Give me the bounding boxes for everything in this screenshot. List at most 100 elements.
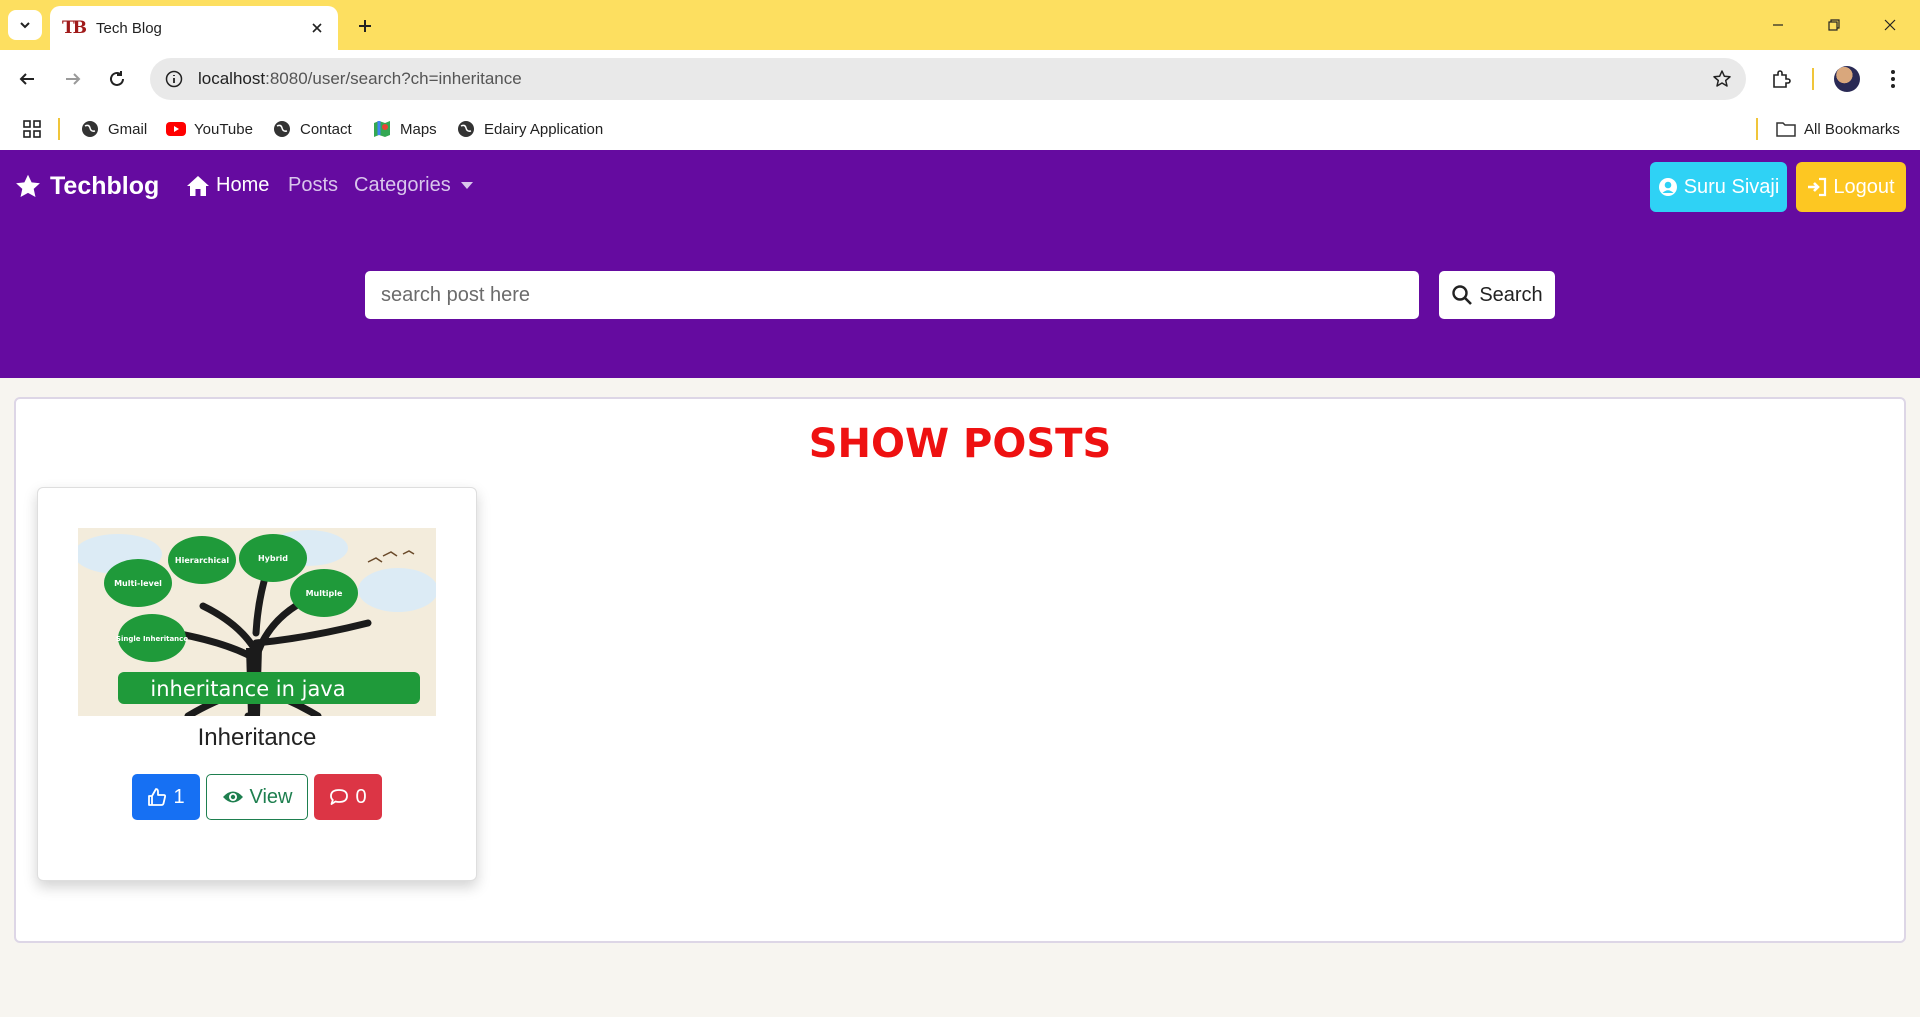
- bookmark-label: Maps: [400, 120, 437, 138]
- close-icon[interactable]: [308, 19, 326, 37]
- browser-tabstrip: TB Tech Blog: [0, 0, 1920, 50]
- profile-button[interactable]: [1830, 62, 1864, 96]
- brand-link[interactable]: Techblog: [14, 172, 159, 201]
- new-tab-button[interactable]: [352, 13, 378, 39]
- bookmark-star-icon[interactable]: [1712, 69, 1732, 89]
- menu-button[interactable]: [1876, 62, 1910, 96]
- folder-icon: [1776, 119, 1796, 139]
- youtube-icon: [166, 119, 186, 139]
- maps-icon: [372, 119, 392, 139]
- url-text[interactable]: localhost:8080/user/search?ch=inheritanc…: [198, 69, 522, 89]
- bookmark-contact[interactable]: Contact: [272, 118, 352, 140]
- all-bookmarks-button[interactable]: All Bookmarks: [1776, 118, 1900, 140]
- logout-button[interactable]: Logout: [1796, 162, 1906, 212]
- post-title: Inheritance: [197, 724, 317, 751]
- globe-icon: [456, 119, 476, 139]
- minimize-button[interactable]: [1758, 10, 1798, 40]
- comment-icon: [330, 789, 349, 805]
- browser-tab-active[interactable]: TB Tech Blog: [50, 6, 338, 50]
- bookmark-gmail[interactable]: Gmail: [80, 118, 147, 140]
- url-path: :8080/user/search?ch=inheritance: [265, 69, 522, 88]
- thumbs-up-icon: [148, 788, 167, 806]
- bookmark-maps[interactable]: Maps: [372, 118, 437, 140]
- globe-icon: [80, 119, 100, 139]
- arrow-left-icon: [19, 73, 34, 85]
- user-name: Suru Sivaji: [1683, 175, 1780, 198]
- bubble-label: Hierarchical: [175, 556, 229, 565]
- bookmark-label: YouTube: [194, 120, 253, 138]
- puzzle-icon: [1773, 70, 1791, 88]
- user-profile-button[interactable]: Suru Sivaji: [1650, 162, 1787, 212]
- reload-icon: [110, 71, 124, 86]
- bookmark-edairy[interactable]: Edairy Application: [456, 118, 603, 140]
- restore-button[interactable]: [1814, 10, 1854, 40]
- logout-label: Logout: [1833, 175, 1895, 198]
- site-info-icon[interactable]: [164, 69, 184, 89]
- bookmark-youtube[interactable]: YouTube: [166, 118, 253, 140]
- search-button-label: Search: [1479, 283, 1543, 306]
- brand-name: Techblog: [50, 172, 160, 200]
- nav-categories-dropdown[interactable]: Categories: [354, 174, 473, 197]
- reload-button[interactable]: [100, 62, 134, 96]
- forward-button[interactable]: [56, 62, 90, 96]
- caret-down-icon: [460, 182, 473, 189]
- bubble-label: Multi-level: [114, 579, 162, 588]
- search-input[interactable]: [365, 271, 1419, 319]
- like-button[interactable]: 1: [132, 774, 200, 820]
- bookmarks-separator: [58, 118, 60, 140]
- url-host: localhost: [198, 69, 266, 88]
- post-image-banner: inheritance in java: [150, 677, 345, 701]
- bookmarks-bar: Gmail YouTube Contact Maps Edairy Applic…: [0, 108, 1920, 150]
- browser-toolbar: localhost:8080/user/search?ch=inheritanc…: [0, 50, 1920, 108]
- back-button[interactable]: [10, 62, 44, 96]
- close-icon: [1884, 19, 1896, 31]
- bubble-label: Single Inheritance: [116, 635, 188, 643]
- chevron-down-icon: [20, 22, 30, 29]
- extensions-button[interactable]: [1764, 62, 1798, 96]
- nav-home-label: Home: [216, 174, 270, 196]
- search-icon: [1452, 285, 1473, 305]
- apps-button[interactable]: [22, 118, 42, 140]
- site-navbar: Techblog Home Posts Categories Suru Siva…: [0, 150, 1920, 378]
- page-title: SHOW POSTS: [808, 421, 1112, 467]
- all-bookmarks-label: All Bookmarks: [1804, 120, 1900, 138]
- sign-in-icon: [1808, 177, 1827, 197]
- tab-search-button[interactable]: [8, 10, 42, 40]
- arrow-right-icon: [66, 73, 81, 85]
- plus-icon: [359, 20, 371, 32]
- like-count: 1: [173, 785, 185, 808]
- comment-button[interactable]: 0: [314, 774, 382, 820]
- apps-grid-icon: [23, 120, 41, 138]
- nav-posts-label: Posts: [288, 174, 339, 196]
- close-window-button[interactable]: [1870, 10, 1910, 40]
- comment-count: 0: [355, 785, 367, 808]
- view-label: View: [249, 785, 293, 808]
- star-icon: [16, 174, 40, 197]
- bookmarks-separator: [1756, 118, 1758, 140]
- bubble-label: Hybrid: [258, 554, 288, 563]
- nav-posts[interactable]: Posts: [288, 174, 338, 197]
- address-bar[interactable]: localhost:8080/user/search?ch=inheritanc…: [150, 58, 1746, 100]
- posts-panel: SHOW POSTS Multi-level Hierarchical Hybr…: [14, 397, 1906, 943]
- bookmark-label: Contact: [300, 120, 352, 138]
- bookmark-label: Edairy Application: [484, 120, 604, 138]
- toolbar-separator: [1812, 68, 1814, 90]
- globe-icon: [272, 119, 292, 139]
- bookmark-label: Gmail: [108, 120, 148, 138]
- bubble-label: Multiple: [306, 589, 343, 598]
- home-icon: [187, 175, 209, 196]
- minimize-icon: [1773, 24, 1783, 26]
- tab-title: Tech Blog: [96, 19, 162, 37]
- nav-home[interactable]: Home: [186, 174, 269, 197]
- tab-favicon-icon: TB: [62, 18, 87, 38]
- user-circle-icon: [1658, 178, 1677, 196]
- post-actions: 1 View 0: [38, 774, 476, 820]
- kebab-menu-icon: [1891, 70, 1895, 88]
- avatar: [1834, 66, 1860, 92]
- restore-icon: [1828, 19, 1840, 31]
- eye-icon: [222, 791, 243, 803]
- nav-categories-label: Categories: [354, 174, 451, 196]
- search-button[interactable]: Search: [1439, 271, 1555, 319]
- view-button[interactable]: View: [206, 774, 308, 820]
- post-image: Multi-level Hierarchical Hybrid Multiple…: [78, 528, 436, 716]
